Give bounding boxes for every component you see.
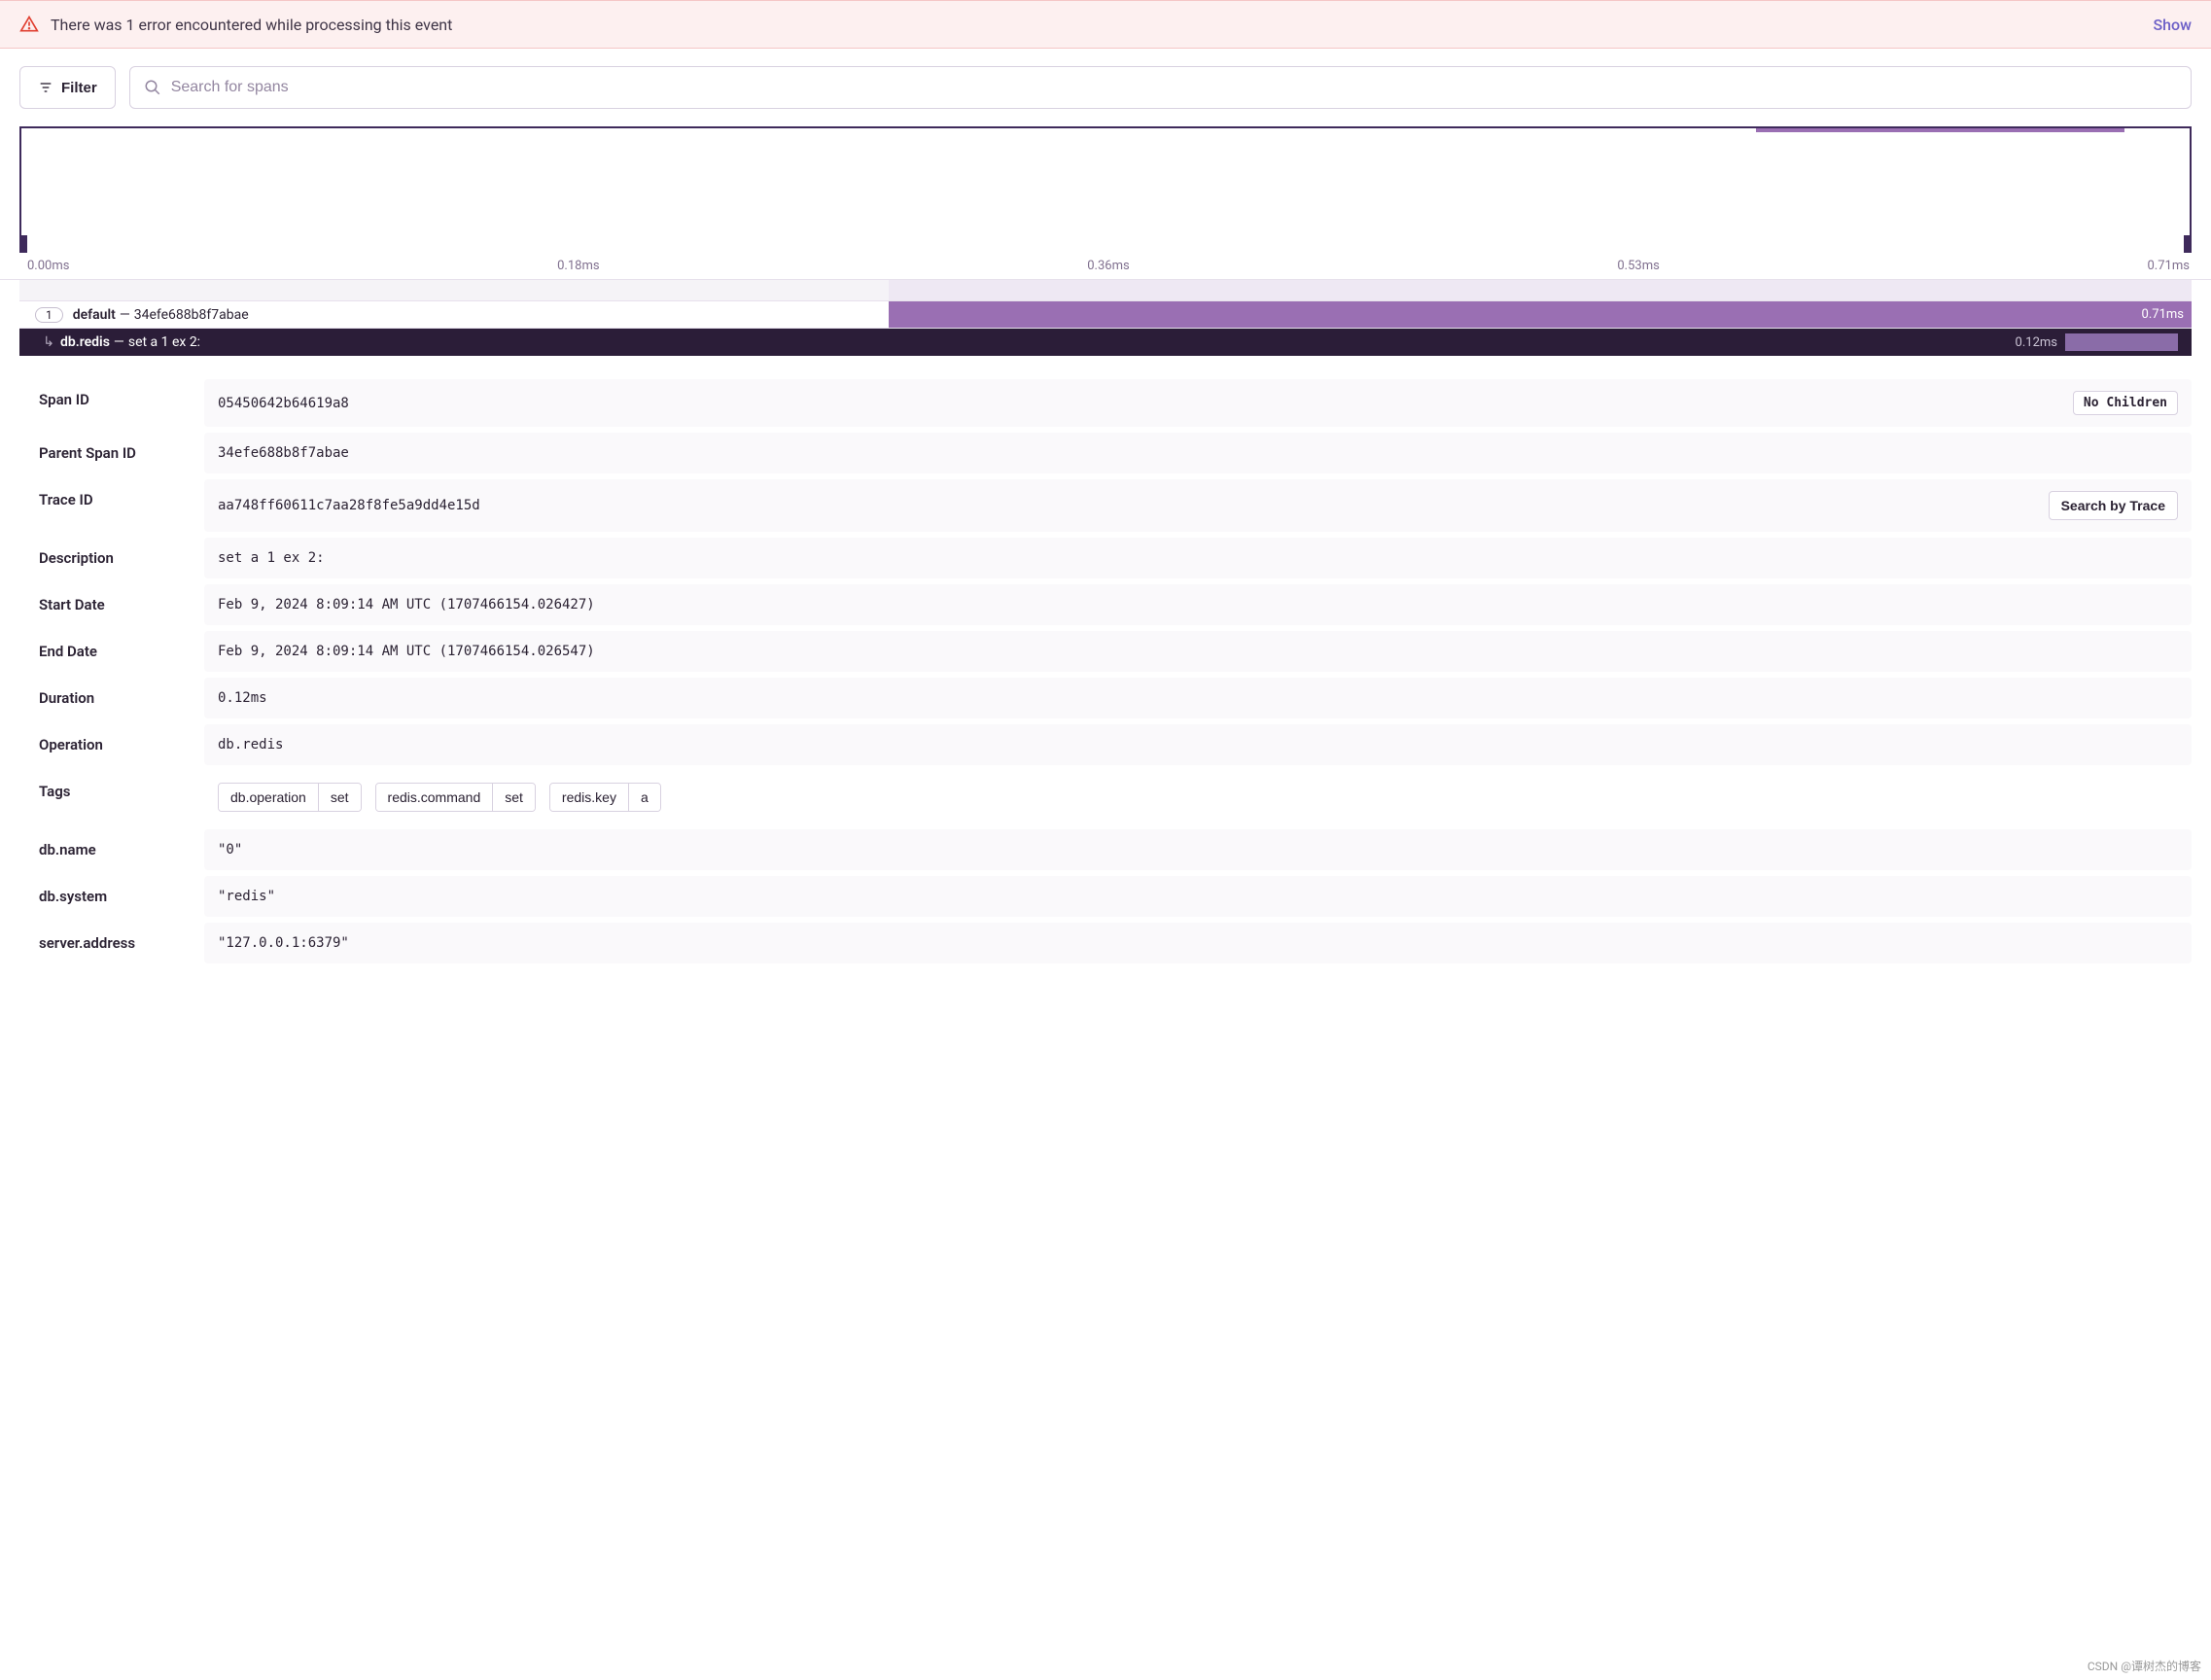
span-duration: 0.71ms [2142, 307, 2184, 322]
filter-icon [38, 80, 53, 95]
error-banner: There was 1 error encountered while proc… [0, 0, 2211, 49]
detail-value-span-id: 05450642b64619a8 No Children [204, 379, 2192, 427]
tag-value: set [492, 784, 535, 811]
search-by-trace-button[interactable]: Search by Trace [2049, 491, 2178, 520]
detail-value-db-name: "0" [204, 829, 2192, 870]
axis-tick: 0.53ms [1617, 259, 1659, 273]
axis-tick: 0.71ms [2148, 259, 2190, 273]
detail-label-operation: Operation [19, 724, 204, 765]
tag-key: redis.key [550, 784, 628, 811]
detail-label-db-system: db.system [19, 876, 204, 917]
span-row-root[interactable]: 1 default—34efe688b8f7abae 0.71ms [19, 301, 2192, 329]
warning-icon [19, 15, 39, 34]
detail-value-start-date: Feb 9, 2024 8:09:14 AM UTC (1707466154.0… [204, 584, 2192, 625]
detail-value-duration: 0.12ms [204, 678, 2192, 718]
detail-value-tags: db.operationsetredis.commandsetredis.key… [204, 771, 2192, 823]
span-label: default—34efe688b8f7abae [73, 307, 249, 323]
span-duration: 0.12ms [2016, 335, 2057, 350]
filter-button[interactable]: Filter [19, 66, 116, 109]
track-header-strip [19, 280, 2192, 301]
detail-label-tags: Tags [19, 771, 204, 823]
tag-value: a [628, 784, 660, 811]
span-row-child[interactable]: ↳ db.redis—set a 1 ex 2: 0.12ms [19, 329, 2192, 356]
search-icon [144, 79, 161, 96]
tag-key: db.operation [219, 784, 318, 811]
detail-value-server-address: "127.0.0.1:6379" [204, 923, 2192, 963]
span-label: db.redis—set a 1 ex 2: [60, 334, 200, 350]
axis-tick: 0.00ms [27, 259, 69, 273]
no-children-badge: No Children [2073, 391, 2178, 415]
detail-value-description: set a 1 ex 2: [204, 538, 2192, 578]
show-errors-link[interactable]: Show [2153, 16, 2192, 34]
filter-label: Filter [61, 80, 97, 96]
tag-key: redis.command [376, 784, 493, 811]
axis-tick: 0.18ms [557, 259, 599, 273]
axis-tick: 0.36ms [1087, 259, 1129, 273]
tree-connector: ↳ [19, 334, 60, 350]
search-container [129, 66, 2192, 109]
watermark: CSDN @谭树杰的博客 [2088, 1658, 2201, 1674]
tag-pair[interactable]: db.operationset [218, 783, 362, 812]
search-input[interactable] [171, 67, 2177, 108]
arrow-icon: ↳ [43, 334, 54, 350]
detail-label-start-date: Start Date [19, 584, 204, 625]
error-message: There was 1 error encountered while proc… [51, 16, 452, 34]
detail-label-server-address: server.address [19, 923, 204, 963]
detail-value-trace-id: aa748ff60611c7aa28f8fe5a9dd4e15d Search … [204, 479, 2192, 532]
detail-label-duration: Duration [19, 678, 204, 718]
span-bar [2065, 333, 2178, 351]
detail-label-end-date: End Date [19, 631, 204, 672]
tag-value: set [318, 784, 361, 811]
minimap-handle-left[interactable] [19, 235, 27, 253]
detail-value-db-system: "redis" [204, 876, 2192, 917]
detail-label-trace-id: Trace ID [19, 479, 204, 532]
detail-label-parent-span-id: Parent Span ID [19, 433, 204, 473]
span-details: Span ID 05450642b64619a8 No Children Par… [0, 356, 2211, 993]
toolbar: Filter [0, 49, 2211, 126]
minimap-handle-right[interactable] [2184, 235, 2192, 253]
detail-label-db-name: db.name [19, 829, 204, 870]
child-count-badge: 1 [35, 307, 63, 323]
tag-pair[interactable]: redis.keya [549, 783, 661, 812]
trace-minimap[interactable] [19, 126, 2192, 253]
detail-label-description: Description [19, 538, 204, 578]
detail-value-end-date: Feb 9, 2024 8:09:14 AM UTC (1707466154.0… [204, 631, 2192, 672]
detail-label-span-id: Span ID [19, 379, 204, 427]
span-bar [889, 301, 2192, 328]
time-axis: 0.00ms 0.18ms 0.36ms 0.53ms 0.71ms [0, 253, 2211, 280]
tag-pair[interactable]: redis.commandset [375, 783, 536, 812]
detail-value-operation: db.redis [204, 724, 2192, 765]
detail-value-parent-span-id: 34efe688b8f7abae [204, 433, 2192, 473]
minimap-span-bar [1756, 128, 2124, 132]
